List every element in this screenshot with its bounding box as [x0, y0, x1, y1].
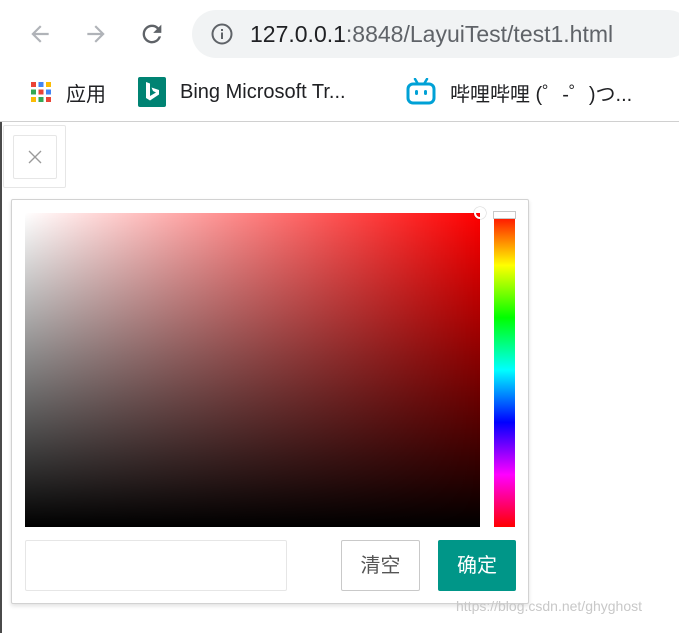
url-path: :8848/LayuiTest/test1.html [345, 21, 614, 47]
hue-slider[interactable] [494, 213, 515, 527]
bookmark-label: Bing Microsoft Tr... [180, 80, 346, 103]
bookmark-bing[interactable]: Bing Microsoft Tr... [138, 66, 346, 118]
browser-toolbar: 127.0.0.1:8848/LayuiTest/test1.html [0, 0, 679, 66]
bookmark-label: 哔哩哔哩 (゜-゜)つ... [450, 83, 633, 106]
confirm-button[interactable]: 确定 [438, 540, 516, 591]
reload-button[interactable] [132, 14, 172, 54]
forward-arrow-icon [87, 25, 105, 43]
url-host: 127.0.0.1 [250, 21, 346, 47]
bookmarks-bar: 应用 Bing Microsoft Tr... 哔哩哔哩 (゜-゜)つ... [0, 66, 679, 118]
colorpicker-trigger-swatch[interactable] [13, 135, 57, 179]
back-arrow-icon [31, 25, 49, 43]
bing-icon [138, 77, 166, 107]
hue-slider-handle[interactable] [493, 211, 516, 219]
bookmark-bilibili[interactable]: 哔哩哔哩 (゜-゜)つ... [406, 66, 632, 118]
clear-button[interactable]: 清空 [341, 540, 420, 591]
left-edge [0, 122, 2, 633]
color-value-input[interactable] [25, 540, 287, 591]
watermark-text: https://blog.csdn.net/ghyghost [456, 598, 643, 614]
saturation-value-area[interactable] [25, 213, 480, 527]
colorpicker-trigger[interactable] [3, 125, 66, 188]
back-button[interactable] [20, 14, 60, 54]
saturation-handle[interactable] [474, 207, 486, 219]
bilibili-icon [406, 78, 436, 105]
bookmark-apps[interactable]: 应用 [30, 66, 106, 118]
forward-button[interactable] [76, 14, 116, 54]
page-content: 清空 确定 https://blog.csdn.net/ghyghost [0, 122, 679, 633]
colorpicker-panel: 清空 确定 [11, 199, 529, 604]
reload-icon [142, 24, 162, 44]
address-bar[interactable]: 127.0.0.1:8848/LayuiTest/test1.html [192, 10, 679, 58]
close-icon [28, 150, 42, 164]
info-icon[interactable] [210, 22, 234, 46]
url-text: 127.0.0.1:8848/LayuiTest/test1.html [250, 19, 613, 49]
bookmark-label: 应用 [66, 83, 106, 106]
apps-grid-icon [31, 82, 51, 102]
